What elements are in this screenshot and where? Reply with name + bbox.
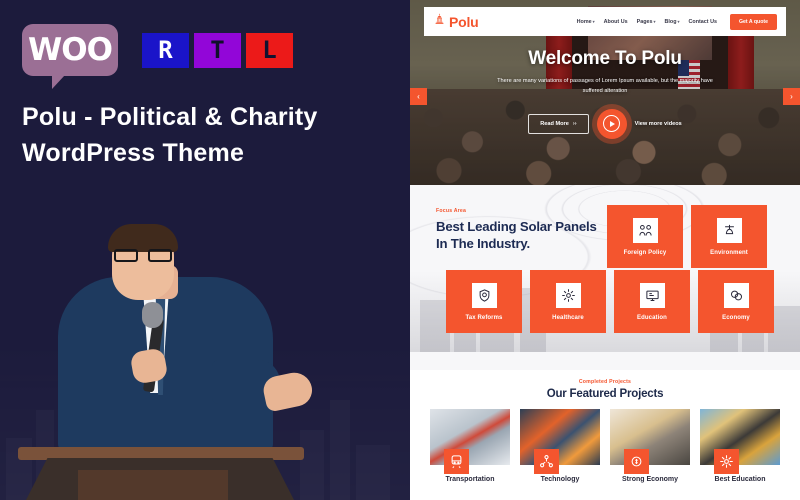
nav-item-blog-label: Blog — [664, 18, 677, 25]
speaker-illustration — [18, 160, 340, 500]
nav-item-contact-us[interactable]: Contact Us — [689, 19, 717, 25]
arrow-right-icon: ›› — [572, 120, 577, 127]
focus-card-label: Foreign Policy — [623, 249, 667, 256]
projects-grid: Transportation Technology Strong Economy… — [410, 409, 800, 483]
site-header: Polu Home ▾ About Us Pages ▾ Blog ▾ Cont… — [424, 7, 786, 36]
rtl-badge-t: T — [194, 32, 241, 68]
hero-content: Welcome To Polu There are many variation… — [410, 48, 800, 139]
hero-next-button[interactable]: › — [783, 88, 800, 105]
education-board-icon — [639, 282, 665, 308]
get-a-quote-button[interactable]: Get A quote — [729, 13, 777, 30]
nav-item-pages[interactable]: Pages ▾ — [637, 19, 656, 25]
focus-card-healthcare[interactable]: Healthcare — [530, 270, 606, 333]
focus-cards-bottom: Tax Reforms Healthcare Education Economy — [446, 270, 774, 333]
project-label: Strong Economy — [621, 476, 678, 483]
hero-prev-button[interactable]: ‹ — [410, 88, 427, 105]
nav-item-pages-label: Pages — [636, 18, 653, 25]
promo-panel: WOO R T L Polu - Political & Charity Wor… — [0, 0, 410, 500]
project-label: Transportation — [445, 476, 495, 483]
site-logo[interactable]: Polu — [433, 13, 479, 31]
focus-card-label: Tax Reforms — [465, 314, 503, 321]
economy-growth-icon — [624, 449, 649, 474]
project-card-strong-economy[interactable]: Strong Economy — [610, 409, 690, 483]
nav-item-contact-us-label: Contact Us — [688, 18, 717, 25]
focus-card-education[interactable]: Education — [614, 270, 690, 333]
environment-leaf-icon — [716, 217, 742, 243]
chevron-down-icon: ▾ — [592, 19, 595, 24]
focus-card-label: Economy — [722, 314, 750, 321]
glasses-icon — [114, 249, 172, 262]
site-logo-text: Polu — [449, 13, 479, 30]
play-video-button[interactable] — [596, 108, 627, 139]
project-image — [610, 409, 690, 465]
focus-card-label: Healthcare — [552, 314, 584, 321]
rtl-badge-group: R T L — [142, 32, 293, 68]
rtl-badge-l: L — [246, 32, 293, 68]
focus-cards-top: Foreign Policy Environment — [607, 205, 767, 268]
focus-heading-block: Focus Area Best Leading Solar Panels In … — [436, 208, 611, 253]
project-label: Best Education — [714, 476, 766, 483]
projects-title: Our Featured Projects — [546, 388, 664, 400]
nav-item-about-us-label: About Us — [603, 18, 628, 25]
projects-heading-block: Completed Projects Our Featured Projects — [410, 370, 800, 400]
economy-coins-icon — [723, 282, 749, 308]
hero-subtitle: There are many variations of passages of… — [497, 78, 713, 95]
project-card-technology[interactable]: Technology — [520, 409, 600, 483]
read-more-label: Read More — [540, 120, 569, 127]
speaker-hair — [108, 224, 178, 252]
hero-actions: Read More ›› View more videos — [410, 108, 800, 139]
read-more-button[interactable]: Read More ›› — [528, 113, 589, 134]
focus-eyebrow: Focus Area — [436, 208, 467, 214]
focus-card-economy[interactable]: Economy — [698, 270, 774, 333]
site-nav: Home ▾ About Us Pages ▾ Blog ▾ Contact U… — [577, 13, 777, 30]
play-icon — [603, 115, 621, 133]
project-card-transportation[interactable]: Transportation — [430, 409, 510, 483]
site-preview: ‹ › Welcome To Polu There are many varia… — [410, 0, 800, 500]
woo-badge-label: WOO — [28, 32, 113, 68]
project-image — [430, 409, 510, 465]
shield-tax-icon — [471, 282, 497, 308]
nav-item-blog[interactable]: Blog ▾ — [665, 19, 680, 25]
project-image — [700, 409, 780, 465]
education-star-icon — [714, 449, 739, 474]
nav-item-home[interactable]: Home ▾ — [577, 19, 595, 25]
focus-card-label: Education — [637, 314, 667, 321]
featured-projects-section: Completed Projects Our Featured Projects… — [410, 370, 800, 500]
chevron-down-icon: ▾ — [677, 19, 680, 24]
rtl-badge-r: R — [142, 32, 189, 68]
focus-card-environment[interactable]: Environment — [691, 205, 767, 268]
nav-item-home-label: Home — [576, 18, 592, 25]
transport-icon — [444, 449, 469, 474]
focus-card-tax-reforms[interactable]: Tax Reforms — [446, 270, 522, 333]
focus-card-label: Environment — [710, 249, 748, 256]
woocommerce-badge: WOO — [22, 24, 118, 89]
focus-area-section: Focus Area Best Leading Solar Panels In … — [410, 185, 800, 370]
project-image — [520, 409, 600, 465]
focus-card-foreign-policy[interactable]: Foreign Policy — [607, 205, 683, 268]
healthcare-cross-icon — [555, 282, 581, 308]
hero-title: Welcome To Polu — [528, 48, 682, 69]
projects-eyebrow: Completed Projects — [578, 379, 632, 385]
nav-item-about-us[interactable]: About Us — [604, 19, 628, 25]
project-label: Technology — [540, 476, 580, 483]
capitol-dome-icon — [433, 13, 446, 31]
focus-title: Best Leading Solar Panels In The Industr… — [436, 219, 597, 251]
handshake-policy-icon — [632, 217, 658, 243]
view-videos-label: View more videos — [634, 120, 682, 127]
chevron-down-icon: ▾ — [653, 19, 656, 24]
technology-network-icon — [534, 449, 559, 474]
project-card-best-education[interactable]: Best Education — [700, 409, 780, 483]
promo-badges: WOO R T L — [22, 24, 293, 89]
